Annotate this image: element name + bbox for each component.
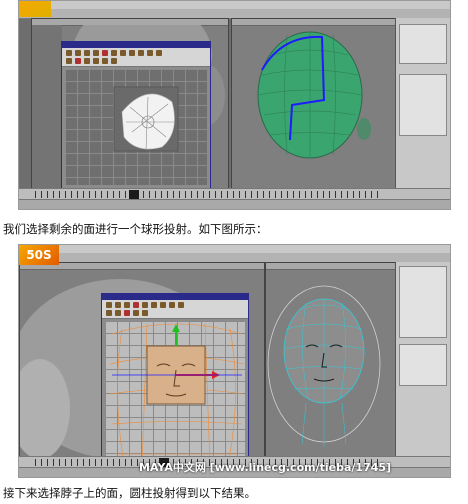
range-slider[interactable] [19, 199, 450, 209]
channel-box-panel[interactable] [395, 262, 450, 457]
uv-texture-editor-window[interactable] [101, 293, 249, 471]
layer-editor-list[interactable] [399, 344, 447, 386]
channel-box-list[interactable] [399, 266, 447, 338]
maya-screenshot-cylindrical-projection: 50S MAYA中文网 [www.linecg.com/tieba/1745] [18, 244, 451, 478]
uv-face-projection [109, 323, 245, 467]
right-viewport[interactable] [265, 262, 397, 457]
layer-editor-list[interactable] [399, 74, 447, 136]
current-time-marker[interactable] [129, 190, 139, 199]
head-model-wireframe [267, 285, 381, 447]
maya-screenshot-spherical-projection [18, 0, 451, 210]
right-viewport[interactable] [231, 18, 397, 189]
maya-logo-icon [19, 1, 51, 17]
time-ticks [35, 191, 380, 198]
maya-logo-icon: 50S [19, 245, 59, 265]
head-model-wireframe [257, 31, 371, 159]
caption-second: 接下来选择脖子上的面，圆柱投射得到以下结果。 [3, 486, 256, 500]
uv-texture-editor-window[interactable] [61, 41, 211, 189]
caption-first: 我们选择剩余的面进行一个球形投射。如下图所示： [3, 222, 268, 236]
watermark-text: MAYA中文网 [www.linecg.com/tieba/1745] [139, 461, 392, 474]
channel-box-list[interactable] [399, 24, 447, 64]
uv-shell-wireframe [113, 86, 179, 152]
channel-box-panel[interactable] [395, 18, 450, 189]
